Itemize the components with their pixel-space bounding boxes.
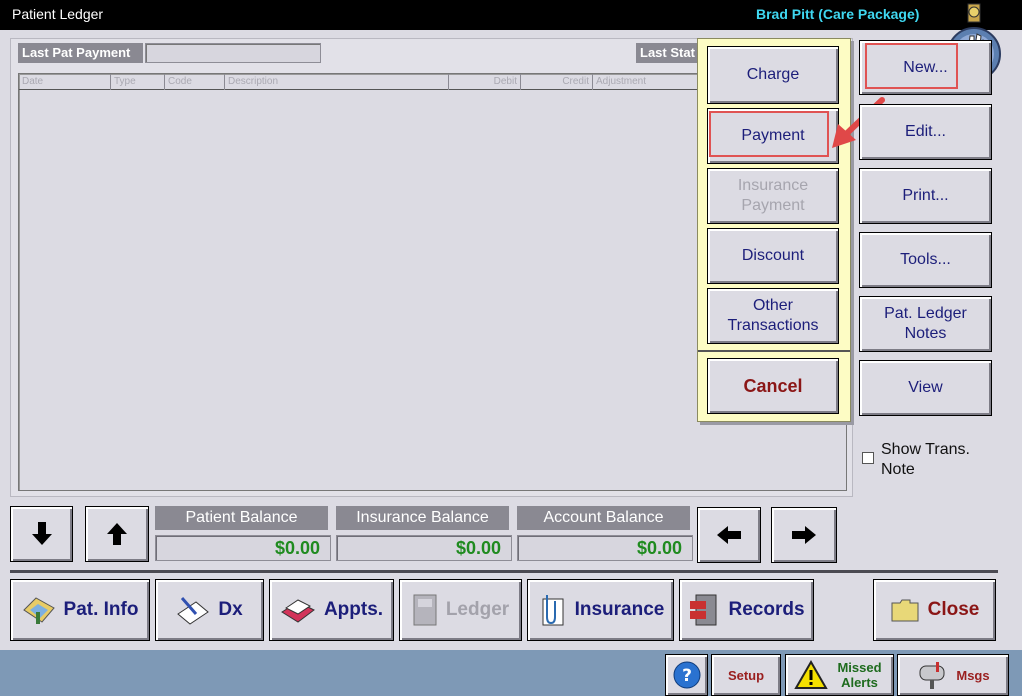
view-button[interactable]: View [859, 360, 992, 416]
col-adjustment[interactable]: Adjustment [593, 74, 709, 90]
warning-icon [793, 660, 828, 689]
missed-alerts-button[interactable]: Missed Alerts [785, 654, 894, 696]
account-balance-label: Account Balance [517, 506, 690, 530]
show-trans-note-label[interactable]: Show Trans. Note [881, 440, 991, 480]
popup-divider [698, 350, 850, 352]
missed-alerts-label: Missed Alerts [837, 660, 882, 690]
appointments-icon [280, 599, 315, 623]
col-description[interactable]: Description [225, 74, 449, 90]
page-left-button[interactable] [697, 507, 761, 563]
col-date[interactable]: Date [19, 74, 111, 90]
page-right-button[interactable] [771, 507, 837, 563]
dx-button[interactable]: Dx [155, 579, 264, 641]
ledger-notes-button[interactable]: Pat. Ledger Notes [859, 296, 992, 352]
last-stat-label: Last Stat [636, 43, 702, 63]
close-label: Close [927, 599, 980, 620]
close-button[interactable]: Close [873, 579, 996, 641]
scroll-up-button[interactable] [85, 506, 149, 562]
insurance-payment-button: Insurance Payment [707, 168, 839, 224]
show-trans-note-checkbox[interactable] [862, 452, 874, 464]
help-button[interactable]: ? [665, 654, 708, 696]
scroll-down-button[interactable] [10, 506, 73, 562]
print-button[interactable]: Print... [859, 168, 992, 224]
arrow-up-icon [107, 523, 127, 545]
ledger-button: Ledger [399, 579, 522, 641]
new-highlight [865, 43, 958, 89]
column-header: Date Type Code Description Debit Credit … [19, 74, 709, 90]
payment-highlight [709, 111, 829, 157]
dx-label: Dx [218, 599, 243, 620]
arrow-down-icon [31, 522, 52, 545]
ledger-book-icon [413, 594, 437, 626]
col-code[interactable]: Code [165, 74, 225, 90]
arrow-left-icon [717, 526, 741, 544]
window-title: Patient Ledger [12, 6, 104, 22]
cancel-button[interactable]: Cancel [707, 358, 839, 414]
col-type[interactable]: Type [111, 74, 165, 90]
col-debit[interactable]: Debit [449, 74, 521, 90]
patient-info-icon [22, 597, 55, 624]
help-icon: ? [673, 661, 700, 689]
nav-separator [10, 570, 998, 573]
appts-button[interactable]: Appts. [269, 579, 394, 641]
patient-balance-value: $0.00 [155, 535, 331, 561]
help-glyph: ? [682, 666, 692, 686]
arrow-right-icon [792, 526, 816, 544]
diagnosis-icon [177, 597, 210, 625]
ledger-label: Ledger [445, 599, 510, 620]
insurance-balance-label: Insurance Balance [336, 506, 509, 530]
charge-button[interactable]: Charge [707, 46, 839, 104]
records-button[interactable]: Records [679, 579, 814, 641]
patient-name: Brad Pitt (Care Package) [756, 6, 920, 22]
msgs-button[interactable]: Msgs [897, 654, 1009, 696]
patient-balance-label: Patient Balance [155, 506, 328, 530]
pat-info-label: Pat. Info [63, 599, 139, 620]
setup-label: Setup [727, 667, 765, 683]
insurance-balance-value: $0.00 [336, 535, 512, 561]
tools-button[interactable]: Tools... [859, 232, 992, 288]
records-cabinet-icon [690, 594, 717, 626]
edit-button[interactable]: Edit... [859, 104, 992, 160]
pat-info-button[interactable]: Pat. Info [10, 579, 150, 641]
col-credit[interactable]: Credit [521, 74, 593, 90]
insurance-clip-icon [542, 595, 564, 626]
title-bar: Patient Ledger Brad Pitt (Care Package) [0, 0, 1022, 30]
records-label: Records [728, 599, 805, 620]
discount-button[interactable]: Discount [707, 228, 839, 284]
msgs-label: Msgs [956, 667, 990, 683]
mailbox-icon [919, 662, 945, 689]
last-pat-payment-field [145, 43, 321, 63]
other-transactions-button[interactable]: Other Transactions [707, 288, 839, 344]
account-balance-value: $0.00 [517, 535, 693, 561]
setup-button[interactable]: Setup [711, 654, 781, 696]
folder-icon [891, 599, 919, 622]
insurance-button[interactable]: Insurance [527, 579, 674, 641]
last-pat-payment-label: Last Pat Payment [18, 43, 143, 63]
appts-label: Appts. [323, 599, 384, 620]
insurance-label: Insurance [574, 599, 665, 620]
